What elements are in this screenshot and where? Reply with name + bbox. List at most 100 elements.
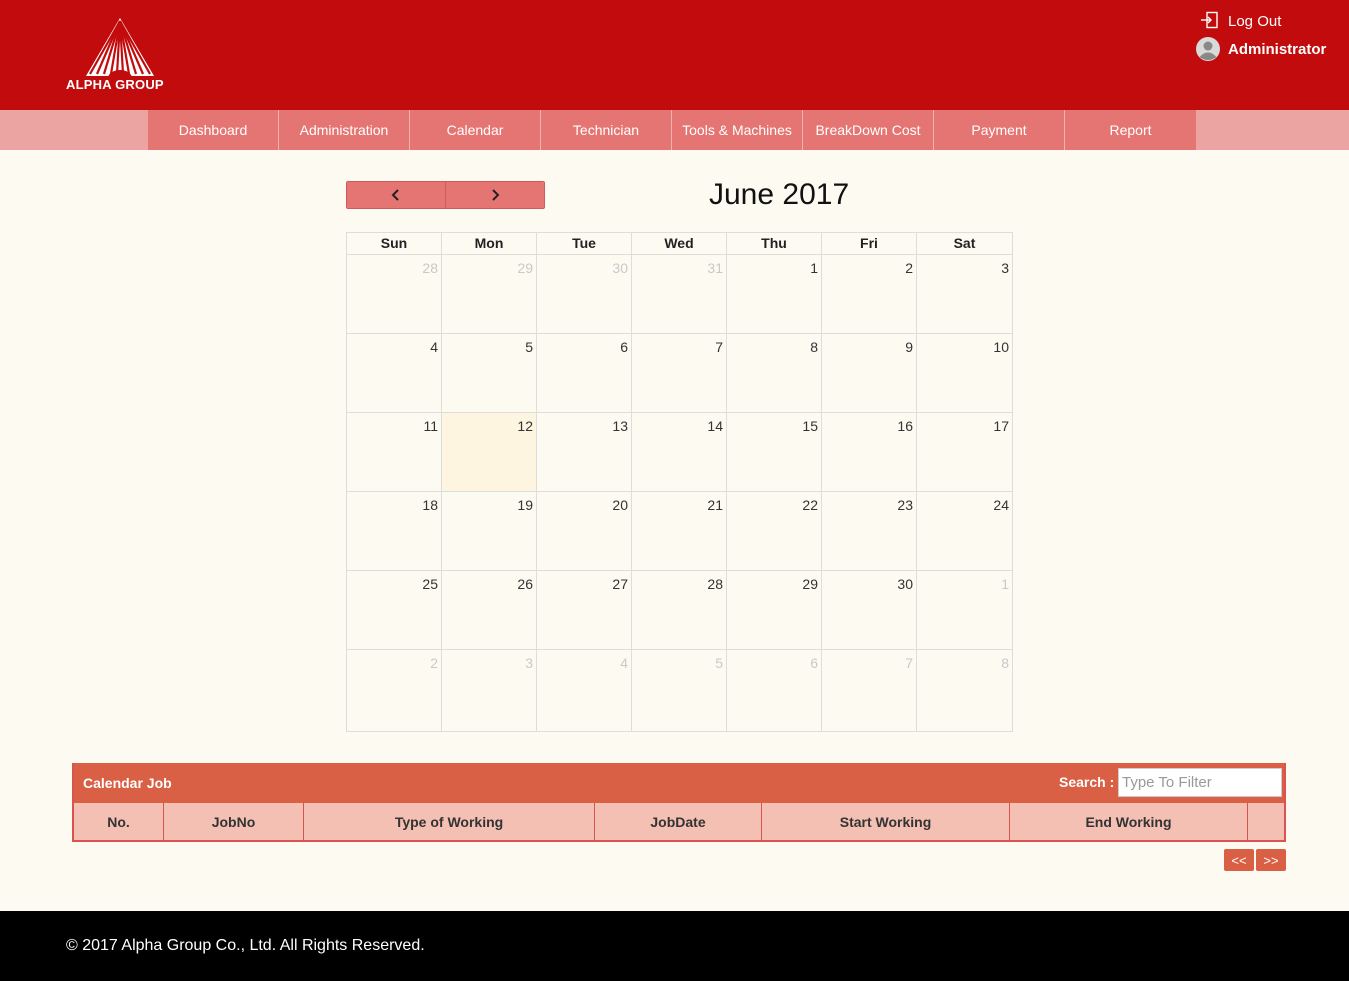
calendar-week: 2 3 4 5 6 7 8 [347,649,1012,731]
pager-next-button[interactable]: >> [1256,849,1286,871]
calendar-week: 28 29 30 31 1 2 3 [347,254,1012,333]
calendar-day[interactable]: 2 [822,255,917,333]
calendar-day[interactable]: 11 [347,413,442,491]
logo-text: ALPHA GROUP [66,77,164,92]
calendar-day[interactable]: 6 [727,650,822,731]
nav-report[interactable]: Report [1065,110,1196,150]
weekday-label: Thu [727,233,822,254]
nav-payment[interactable]: Payment [934,110,1065,150]
calendar-day[interactable]: 1 [917,571,1012,649]
calendar-week: 11 12 13 14 15 16 17 [347,412,1012,491]
weekday-label: Tue [537,233,632,254]
nav-dashboard[interactable]: Dashboard [148,110,279,150]
logout-icon [1201,11,1218,29]
calendar-job-panel: Calendar Job Search : No. JobNo Type of … [72,763,1286,842]
calendar-day[interactable]: 8 [727,334,822,412]
column-header-jobno[interactable]: JobNo [164,803,304,840]
alpha-group-logo[interactable]: ALPHA GROUP [66,18,176,94]
nav-tools-machines[interactable]: Tools & Machines [672,110,803,150]
logo-fan-icon [86,18,154,78]
calendar-title: June 2017 [709,178,850,211]
panel-title: Calendar Job [83,775,172,791]
calendar-day[interactable]: 28 [632,571,727,649]
user-menu[interactable]: Administrator [1196,36,1326,62]
footer: © 2017 Alpha Group Co., Ltd. All Rights … [0,911,1349,981]
pager-prev-button[interactable]: << [1224,849,1254,871]
calendar-day[interactable]: 3 [917,255,1012,333]
calendar-day[interactable]: 23 [822,492,917,570]
calendar-day[interactable]: 10 [917,334,1012,412]
calendar-day[interactable]: 7 [632,334,727,412]
calendar-day[interactable]: 4 [537,650,632,731]
calendar-day[interactable]: 29 [727,571,822,649]
calendar-day[interactable]: 18 [347,492,442,570]
calendar-day[interactable]: 2 [347,650,442,731]
logout-link[interactable]: Log Out [1200,9,1281,33]
calendar-day[interactable]: 19 [442,492,537,570]
main-navbar: Dashboard Administration Calendar Techni… [0,110,1349,150]
weekday-header: Sun Mon Tue Wed Thu Fri Sat [347,233,1012,254]
calendar-day[interactable]: 5 [442,334,537,412]
weekday-label: Mon [442,233,537,254]
column-header-no[interactable]: No. [74,803,164,840]
calendar-day[interactable]: 24 [917,492,1012,570]
calendar-day[interactable]: 26 [442,571,537,649]
search-label: Search : [1059,774,1115,790]
column-header-type-of-working[interactable]: Type of Working [304,803,595,840]
pager: << >> [1224,849,1286,871]
calendar-day[interactable]: 7 [822,650,917,731]
calendar-day[interactable]: 5 [632,650,727,731]
search-input[interactable] [1118,768,1282,797]
weekday-label: Wed [632,233,727,254]
nav-calendar[interactable]: Calendar [410,110,541,150]
calendar-day[interactable]: 9 [822,334,917,412]
column-header-jobdate[interactable]: JobDate [595,803,762,840]
prev-month-button[interactable] [347,182,445,208]
calendar-grid: Sun Mon Tue Wed Thu Fri Sat 28 29 30 31 … [346,232,1013,732]
main-nav: Dashboard Administration Calendar Techni… [148,110,1196,150]
chevron-left-icon [391,189,399,201]
nav-breakdown-cost[interactable]: BreakDown Cost [803,110,934,150]
weekday-label: Sat [953,235,976,251]
calendar-day[interactable]: 29 [442,255,537,333]
weekday-label: Sun [347,233,442,254]
calendar-day[interactable]: 6 [537,334,632,412]
user-name: Administrator [1228,40,1327,58]
logout-label: Log Out [1228,12,1282,30]
calendar-week: 25 26 27 28 29 30 1 [347,570,1012,649]
calendar-day[interactable]: 30 [822,571,917,649]
copyright-text: © 2017 Alpha Group Co., Ltd. All Rights … [66,937,425,954]
calendar-day[interactable]: 25 [347,571,442,649]
weekday-label: Fri [822,233,917,254]
calendar-day[interactable]: 3 [442,650,537,731]
column-header-start-working[interactable]: Start Working [762,803,1010,840]
calendar-day[interactable]: 21 [632,492,727,570]
table-header: No. JobNo Type of Working JobDate Start … [74,803,1284,840]
calendar-day[interactable]: 17 [917,413,1012,491]
calendar-day[interactable]: 13 [537,413,632,491]
calendar-day[interactable]: 15 [727,413,822,491]
column-header-actions [1248,803,1284,840]
calendar-day[interactable]: 14 [632,413,727,491]
panel-header: Calendar Job Search : [74,763,1284,803]
calendar-day[interactable]: 20 [537,492,632,570]
calendar-day[interactable]: 30 [537,255,632,333]
calendar-day[interactable]: 28 [347,255,442,333]
calendar-day[interactable]: 27 [537,571,632,649]
calendar-day[interactable]: 22 [727,492,822,570]
column-header-end-working[interactable]: End Working [1010,803,1248,840]
nav-technician[interactable]: Technician [541,110,672,150]
nav-administration[interactable]: Administration [279,110,410,150]
header: ALPHA GROUP Log Out Administrator [0,0,1349,110]
chevron-right-icon [492,189,500,201]
calendar-week: 18 19 20 21 22 23 24 [347,491,1012,570]
calendar-day-today[interactable]: 12 [442,413,537,491]
calendar-day[interactable]: 31 [632,255,727,333]
next-month-button[interactable] [445,182,544,208]
user-avatar-icon [1196,37,1220,61]
calendar-day[interactable]: 4 [347,334,442,412]
calendar-nav-buttons [346,181,545,209]
calendar-day[interactable]: 16 [822,413,917,491]
calendar-day[interactable]: 1 [727,255,822,333]
calendar-day[interactable]: 8 [917,650,1012,731]
